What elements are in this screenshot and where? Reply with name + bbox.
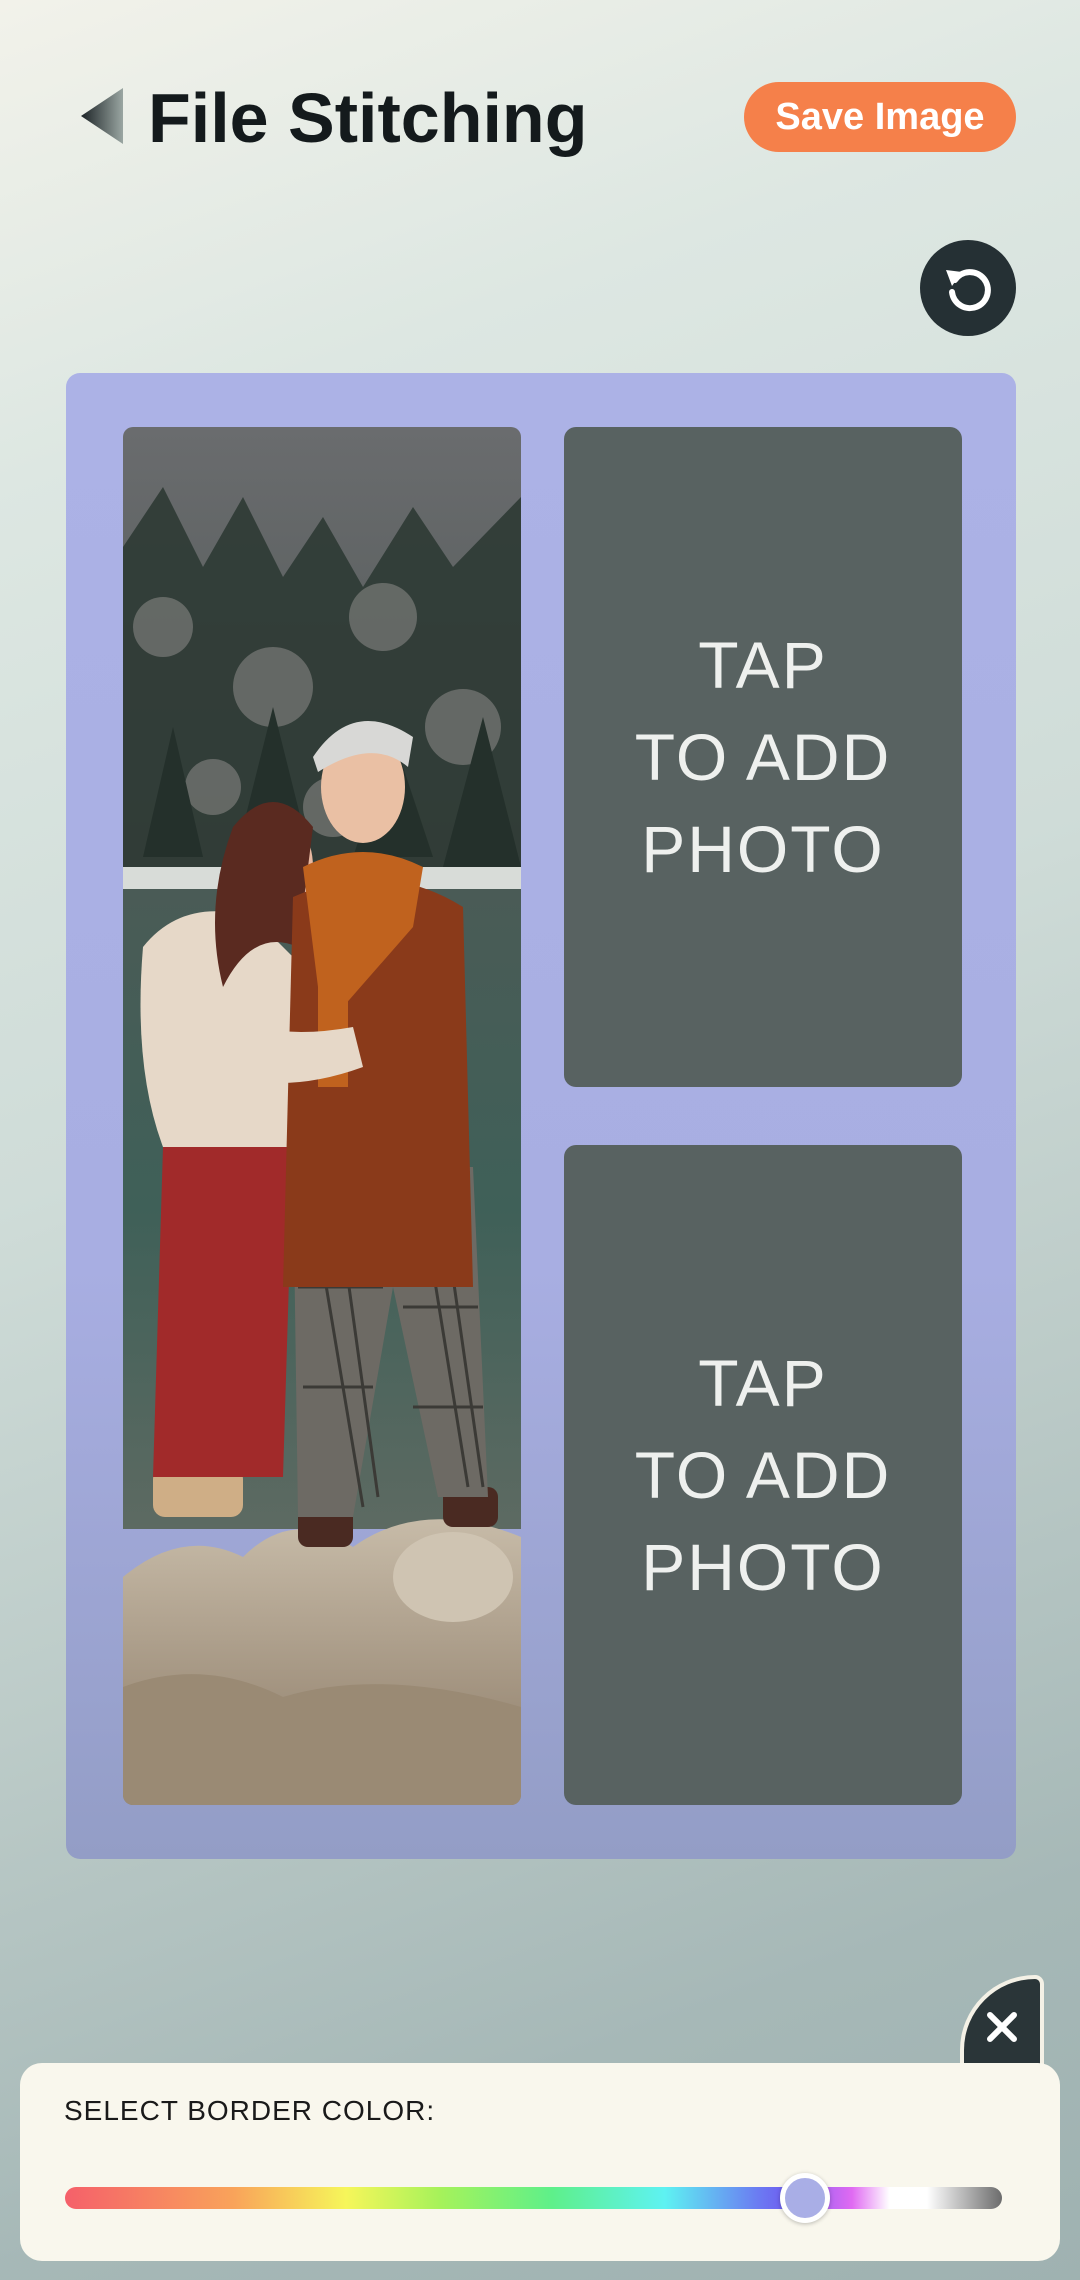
reset-button[interactable] [920, 240, 1016, 336]
add-photo-prompt: TAP TO ADD PHOTO [634, 628, 892, 886]
refresh-icon [946, 269, 991, 312]
page-title: File Stitching [148, 79, 588, 157]
color-slider-thumb[interactable] [780, 2173, 830, 2223]
add-photo-slot-2[interactable]: TAP TO ADD PHOTO [564, 427, 962, 1087]
border-color-panel: SELECT BORDER COLOR: [20, 2063, 1060, 2261]
color-slider-track[interactable] [65, 2187, 1002, 2209]
collage-frame: TAP TO ADD PHOTO TAP TO ADD PHOTO [66, 373, 1016, 1859]
close-panel-button[interactable] [960, 1975, 1044, 2065]
back-button[interactable] [72, 86, 132, 146]
back-arrow-icon [81, 88, 123, 144]
save-image-button[interactable]: Save Image [744, 82, 1016, 152]
photo-slot-1[interactable] [123, 427, 521, 1805]
border-color-label: SELECT BORDER COLOR: [64, 2095, 436, 2126]
couple-photo [123, 427, 521, 1805]
add-photo-prompt: TAP TO ADD PHOTO [634, 1346, 892, 1604]
add-photo-slot-3[interactable]: TAP TO ADD PHOTO [564, 1145, 962, 1805]
close-icon [987, 2012, 1017, 2042]
